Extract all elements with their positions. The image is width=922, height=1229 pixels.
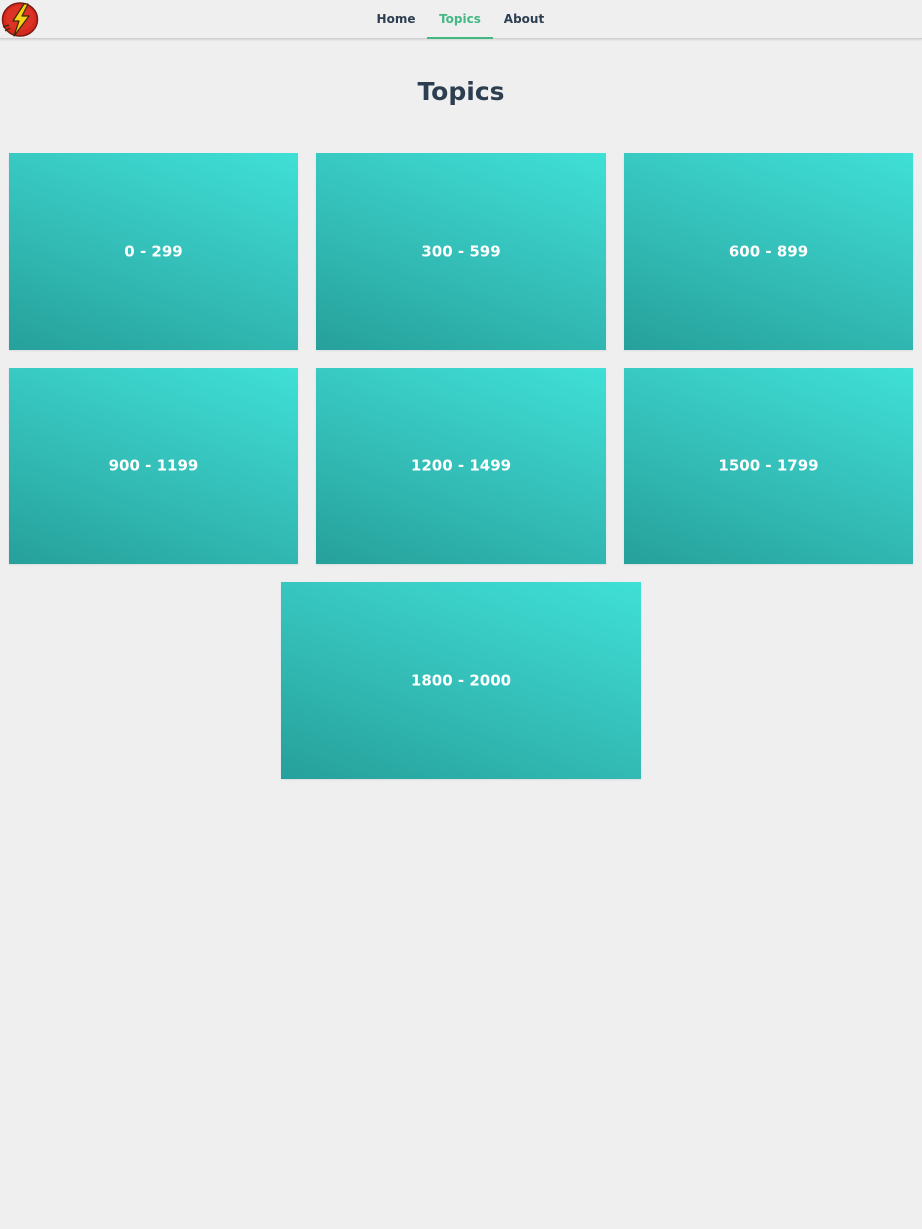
navbar: Home Topics About bbox=[0, 0, 922, 39]
topic-card-label: 1800 - 2000 bbox=[410, 671, 512, 690]
nav-link-about[interactable]: About bbox=[497, 0, 551, 38]
topic-card[interactable]: 1800 - 2000 bbox=[281, 582, 641, 779]
topic-card-label: 600 - 899 bbox=[728, 242, 809, 261]
topic-card[interactable]: 0 - 299 bbox=[9, 153, 298, 350]
topic-card[interactable]: 1500 - 1799 bbox=[624, 368, 913, 564]
topic-card[interactable]: 900 - 1199 bbox=[9, 368, 298, 564]
nav-links: Home Topics About bbox=[0, 0, 922, 39]
nav-link-home[interactable]: Home bbox=[370, 0, 422, 38]
topic-card[interactable]: 1200 - 1499 bbox=[316, 368, 606, 564]
topic-card-label: 0 - 299 bbox=[124, 242, 183, 261]
nav-link-topics[interactable]: Topics bbox=[427, 0, 493, 39]
topic-card[interactable]: 300 - 599 bbox=[316, 153, 606, 350]
topic-card[interactable]: 600 - 899 bbox=[624, 153, 913, 350]
topic-card-label: 900 - 1199 bbox=[108, 456, 199, 475]
topic-card-label: 300 - 599 bbox=[421, 242, 501, 261]
topic-card-label: 1200 - 1499 bbox=[410, 456, 512, 475]
topic-card-label: 1500 - 1799 bbox=[718, 456, 819, 475]
page-title: Topics bbox=[417, 77, 505, 106]
